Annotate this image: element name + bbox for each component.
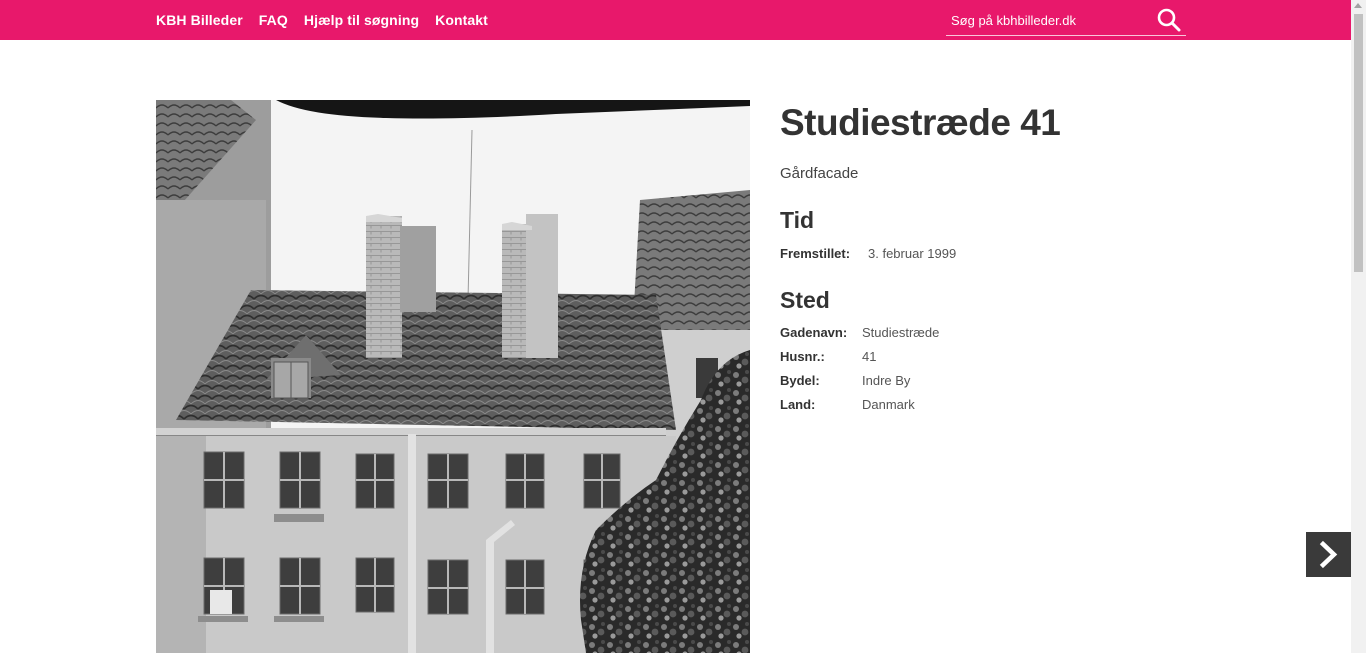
- section-heading-place: Sted: [780, 287, 830, 313]
- page-title: Studiestræde 41: [780, 102, 1061, 143]
- chevron-right-icon: [1319, 540, 1338, 569]
- nav-link-search-help[interactable]: Hjælp til søgning: [304, 12, 419, 28]
- next-image-button[interactable]: [1306, 532, 1351, 577]
- nav-link-home[interactable]: KBH Billeder: [156, 12, 243, 28]
- search-box: [946, 6, 1186, 36]
- field-value[interactable]: Indre By: [862, 373, 910, 388]
- nav-link-faq[interactable]: FAQ: [259, 12, 288, 28]
- field-row-street: Gadenavn: Studiestræde: [780, 325, 939, 340]
- field-row-country: Land: Danmark: [780, 397, 915, 412]
- main-nav: KBH Billeder FAQ Hjælp til søgning Konta…: [156, 0, 504, 40]
- scrollbar-thumb[interactable]: [1354, 14, 1363, 272]
- search-icon[interactable]: [1156, 7, 1182, 33]
- record-photo[interactable]: [156, 100, 750, 653]
- field-label: Husnr.:: [780, 349, 825, 364]
- field-row-district: Bydel: Indre By: [780, 373, 910, 388]
- field-row-created: Fremstillet: 3. februar 1999: [780, 246, 956, 261]
- field-value: 3. februar 1999: [868, 246, 957, 261]
- scroll-up-arrow-icon[interactable]: [1354, 3, 1362, 8]
- record-details: Studiestræde 41 Gårdfacade Tid Fremstill…: [780, 100, 1280, 412]
- top-navigation-bar: KBH Billeder FAQ Hjælp til søgning Konta…: [0, 0, 1351, 40]
- field-label: Fremstillet:: [780, 246, 851, 261]
- field-label: Land:: [780, 397, 816, 412]
- field-label: Bydel:: [780, 373, 820, 388]
- field-value[interactable]: Danmark: [862, 397, 915, 412]
- field-row-house-number: Husnr.: 41: [780, 349, 876, 364]
- nav-link-contact[interactable]: Kontakt: [435, 12, 488, 28]
- search-input[interactable]: [946, 8, 1151, 32]
- field-label: Gadenavn:: [780, 325, 848, 340]
- field-value[interactable]: Studiestræde: [862, 325, 939, 340]
- page-scrollbar[interactable]: [1351, 0, 1366, 653]
- section-heading-time: Tid: [780, 207, 815, 233]
- field-value: 41: [862, 349, 877, 364]
- record-description: Gårdfacade: [780, 165, 859, 182]
